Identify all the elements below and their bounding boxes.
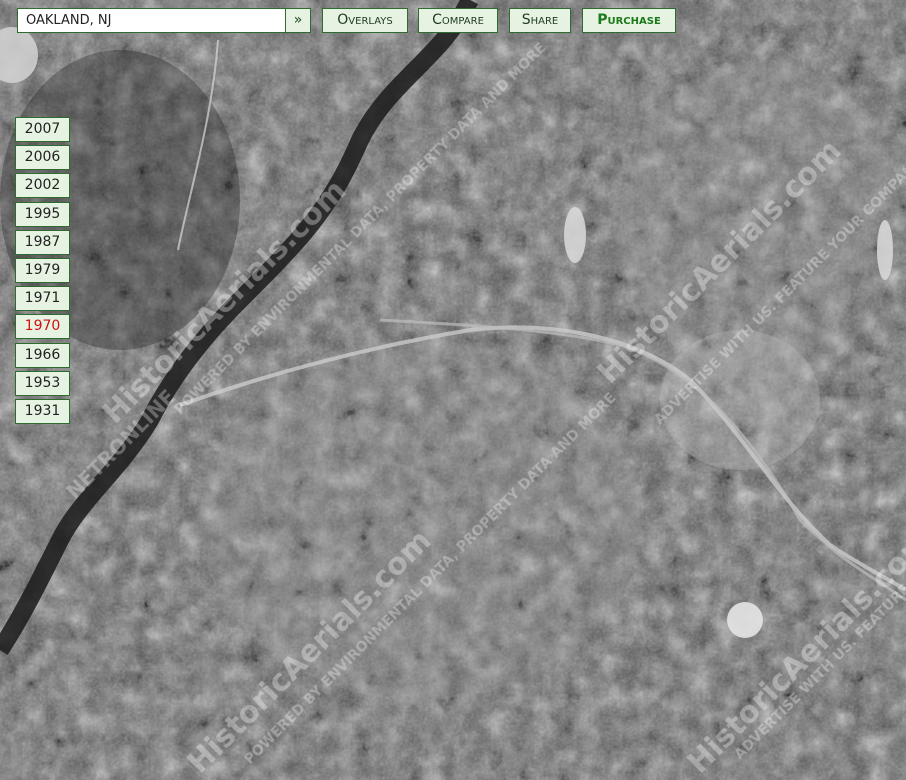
year-button-1970[interactable]: 1970 <box>15 314 70 340</box>
year-selector: 2007 2006 2002 1995 1987 1979 1971 1970 1966 1953… <box>15 117 70 427</box>
search-go-button[interactable]: » <box>285 8 311 33</box>
year-button-2007[interactable]: 2007 <box>15 117 70 142</box>
aerial-map[interactable]: HistoricAerials.com HistoricAerials.com … <box>0 0 906 780</box>
year-button-2006[interactable]: 2006 <box>15 145 70 171</box>
year-button-2002[interactable]: 2002 <box>15 173 70 199</box>
year-button-1966[interactable]: 1966 <box>15 342 70 368</box>
year-button-1953[interactable]: 1953 <box>15 370 70 396</box>
overlays-button[interactable]: Overlays <box>322 8 408 33</box>
year-button-1987[interactable]: 1987 <box>15 229 70 255</box>
purchase-button[interactable]: Purchase <box>582 8 676 33</box>
year-button-1931[interactable]: 1931 <box>15 398 70 424</box>
year-button-1995[interactable]: 1995 <box>15 201 70 227</box>
compare-button[interactable]: Compare <box>418 8 498 33</box>
year-button-1971[interactable]: 1971 <box>15 286 70 312</box>
share-button[interactable]: Share <box>509 8 571 33</box>
year-button-1979[interactable]: 1979 <box>15 257 70 283</box>
location-search-input[interactable] <box>17 8 291 33</box>
